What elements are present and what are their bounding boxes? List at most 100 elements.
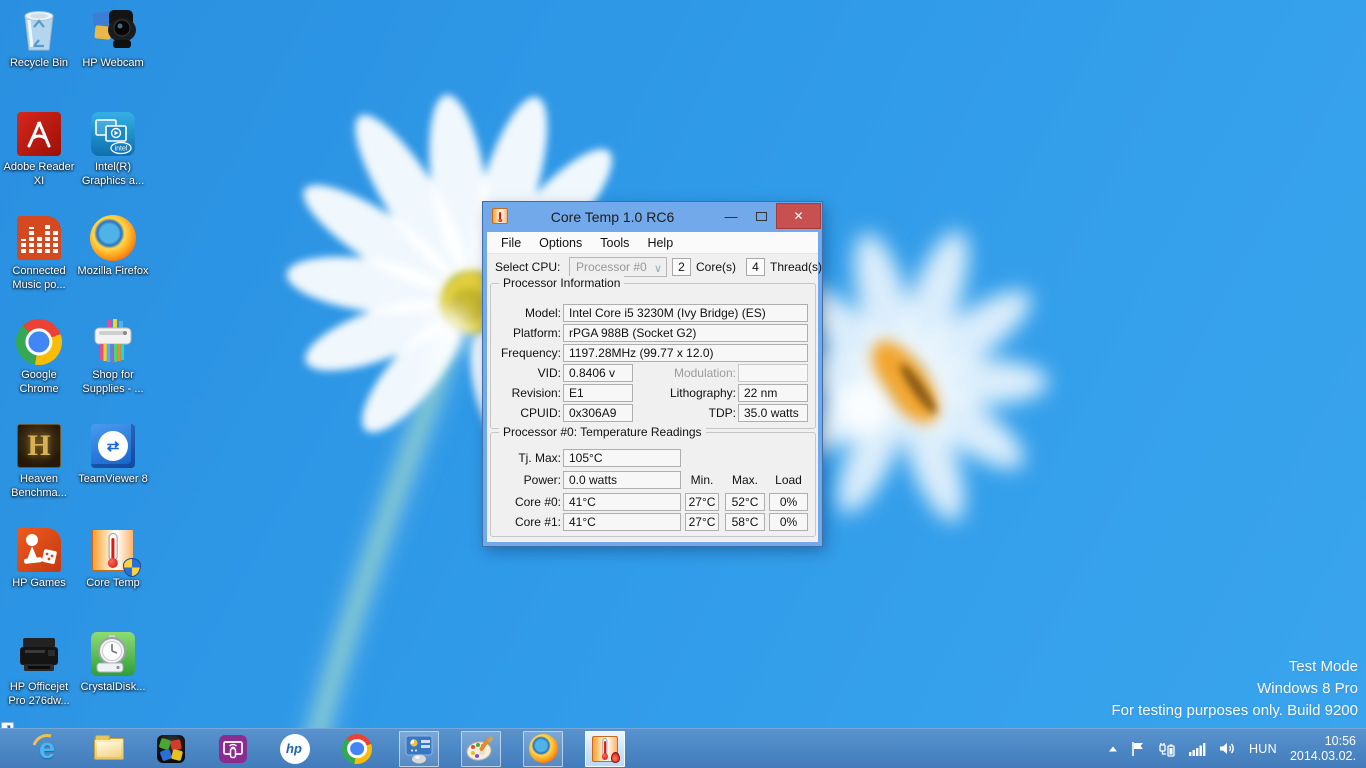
- test-mode-watermark: Test Mode Windows 8 Pro For testing purp…: [1111, 656, 1358, 722]
- show-hidden-icons-button[interactable]: [1108, 745, 1118, 753]
- core-temp-icon[interactable]: [585, 731, 625, 767]
- processor-info-groupbox: Processor Information Model: Intel Core …: [490, 283, 816, 429]
- desktop-icon-google-chrome[interactable]: ↗ Google Chrome: [2, 318, 76, 422]
- desktop-icon-label: Google Chrome: [2, 368, 76, 396]
- internet-explorer-icon[interactable]: e: [16, 730, 78, 768]
- tjmax-value: 105°C: [563, 449, 681, 467]
- volume-icon[interactable]: [1219, 741, 1236, 756]
- core1-max: 58°C: [725, 513, 765, 531]
- watermark-line-2: Windows 8 Pro: [1111, 678, 1358, 700]
- threads-label: Thread(s): [770, 260, 822, 274]
- hp-support-icon[interactable]: hp: [264, 730, 326, 768]
- chevron-down-icon: ∨: [654, 260, 662, 278]
- minimize-button[interactable]: —: [716, 203, 746, 229]
- firefox-icon[interactable]: [523, 731, 563, 767]
- min-column-header: Min.: [685, 471, 719, 489]
- wireless-display-icon[interactable]: [202, 730, 264, 768]
- temperature-groupbox: Processor #0: Temperature Readings Tj. M…: [490, 432, 816, 537]
- window-client-area: File Options Tools Help Select CPU: Proc…: [487, 232, 818, 542]
- core-temp-window: Core Temp 1.0 RC6 — ✕ File Options Tools…: [483, 202, 822, 546]
- desktop-icon-hp-webcam[interactable]: ↗ HP Webcam: [76, 6, 150, 110]
- desktop-icon-label: Intel(R) Graphics a...: [76, 160, 150, 188]
- control-panel-app-icon[interactable]: [399, 731, 439, 767]
- power-label: Power:: [491, 471, 561, 489]
- desktop-icon-heaven-benchmark[interactable]: H ↗ Heaven Benchma...: [2, 422, 76, 526]
- desktop-icon-label: Adobe Reader XI: [2, 160, 76, 188]
- chrome-icon: [15, 318, 63, 366]
- desktop-icon-label: Mozilla Firefox: [78, 264, 149, 278]
- power-battery-icon[interactable]: [1158, 741, 1176, 757]
- cpu-select-dropdown[interactable]: Processor #0∨: [569, 257, 667, 277]
- load-column-header: Load: [769, 471, 808, 489]
- file-explorer-icon[interactable]: [78, 730, 140, 768]
- desktop-icon-shop-for-supplies[interactable]: ↗ Shop for Supplies - ...: [76, 318, 150, 422]
- desktop-icon-intel-graphics[interactable]: intel ↗ Intel(R) Graphics a...: [76, 110, 150, 214]
- paint-app-icon[interactable]: [461, 731, 501, 767]
- core1-temp: 41°C: [563, 513, 681, 531]
- watermark-line-3: For testing purposes only. Build 9200: [1111, 700, 1358, 722]
- core0-temp: 41°C: [563, 493, 681, 511]
- max-column-header: Max.: [725, 471, 765, 489]
- desktop-icon-hp-games[interactable]: ↗ HP Games: [2, 526, 76, 630]
- modulation-value: [738, 364, 808, 382]
- printer-supplies-icon: [89, 318, 137, 366]
- crystaldisk-icon: [89, 630, 137, 678]
- cores-count: 2: [672, 258, 691, 276]
- desktop-icon-teamviewer[interactable]: ⇄ ↗ TeamViewer 8: [76, 422, 150, 526]
- firefox-icon: [89, 214, 137, 262]
- menu-file[interactable]: File: [492, 236, 530, 250]
- desktop-icon-core-temp[interactable]: ↗ Core Temp: [76, 526, 150, 630]
- desktop-icon-label: Core Temp: [86, 576, 140, 590]
- core0-label: Core #0:: [491, 493, 561, 511]
- desktop-icon-label: Shop for Supplies - ...: [76, 368, 150, 396]
- cores-label: Core(s): [696, 260, 736, 274]
- platform-label: Platform:: [491, 324, 561, 342]
- hp-games-icon: [15, 526, 63, 574]
- recycle-bin-icon: [15, 6, 63, 54]
- puzzle-app-icon[interactable]: [140, 730, 202, 768]
- temperature-title: Processor #0: Temperature Readings: [499, 425, 706, 439]
- hp-webcam-icon: [89, 6, 137, 54]
- system-tray: HUN 10:56 2014.03.02.: [1108, 734, 1366, 764]
- desktop-icon-crystaldisk[interactable]: ↗ CrystalDisk...: [76, 630, 150, 734]
- desktop-icon-connected-music[interactable]: ↗ Connected Music po...: [2, 214, 76, 318]
- clock-date: 2014.03.02.: [1290, 749, 1356, 764]
- desktop-icon-hp-officejet[interactable]: ↗ HP Officejet Pro 276dw...: [2, 630, 76, 734]
- teamviewer-icon: ⇄: [89, 422, 137, 470]
- menu-tools[interactable]: Tools: [591, 236, 638, 250]
- lithography-label: Lithography:: [491, 384, 736, 402]
- core0-max: 52°C: [725, 493, 765, 511]
- frequency-label: Frequency:: [491, 344, 561, 362]
- google-chrome-icon[interactable]: [326, 730, 388, 768]
- taskbar-clock[interactable]: 10:56 2014.03.02.: [1290, 734, 1356, 764]
- action-center-flag-icon[interactable]: [1131, 741, 1145, 757]
- window-title: Core Temp 1.0 RC6: [523, 209, 702, 225]
- close-button[interactable]: ✕: [776, 203, 821, 229]
- desktop-icon-mozilla-firefox[interactable]: ↗ Mozilla Firefox: [76, 214, 150, 318]
- menu-help[interactable]: Help: [638, 236, 682, 250]
- model-label: Model:: [491, 304, 561, 322]
- language-indicator[interactable]: HUN: [1249, 742, 1277, 756]
- hp-officejet-icon: [15, 630, 63, 678]
- adobe-reader-icon: [15, 110, 63, 158]
- menu-bar: File Options Tools Help: [487, 232, 818, 254]
- frequency-value: 1197.28MHz (99.77 x 12.0): [563, 344, 808, 362]
- titlebar[interactable]: Core Temp 1.0 RC6 — ✕: [483, 202, 822, 232]
- desktop-icon-adobe-reader[interactable]: ↗ Adobe Reader XI: [2, 110, 76, 214]
- core1-label: Core #1:: [491, 513, 561, 531]
- desktop-icon-label: TeamViewer 8: [78, 472, 148, 486]
- clock-time: 10:56: [1290, 734, 1356, 749]
- platform-value: rPGA 988B (Socket G2): [563, 324, 808, 342]
- svg-text:intel: intel: [115, 146, 128, 153]
- desktop-icon-label: Heaven Benchma...: [2, 472, 76, 500]
- model-value: Intel Core i5 3230M (Ivy Bridge) (ES): [563, 304, 808, 322]
- maximize-button[interactable]: [746, 203, 776, 229]
- network-signal-icon[interactable]: [1189, 742, 1206, 756]
- core1-min: 27°C: [685, 513, 719, 531]
- desktop-icon-label: CrystalDisk...: [81, 680, 146, 694]
- desktop-icon-recycle-bin[interactable]: Recycle Bin: [2, 6, 76, 110]
- desktop-icon-label: HP Officejet Pro 276dw...: [2, 680, 76, 708]
- uac-shield-icon: [123, 558, 141, 577]
- tjmax-label: Tj. Max:: [491, 449, 561, 467]
- menu-options[interactable]: Options: [530, 236, 591, 250]
